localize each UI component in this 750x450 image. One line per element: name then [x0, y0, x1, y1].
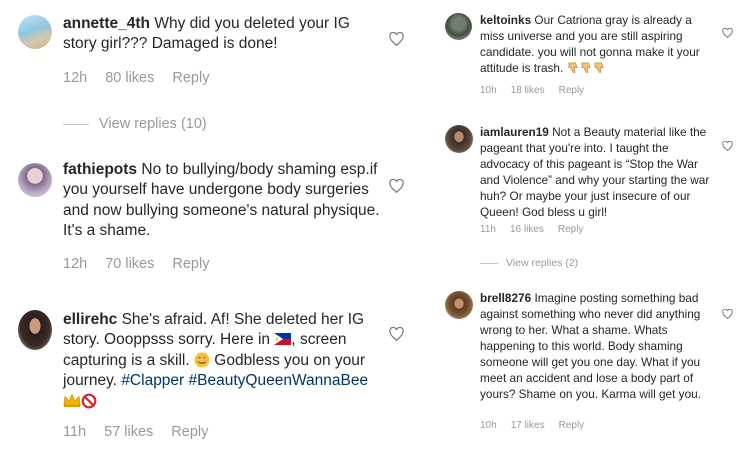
- comment-text: iamlauren19 Not a Beauty material like t…: [480, 124, 714, 220]
- comment-text: ellirehc She's afraid. Af! She deleted h…: [63, 310, 378, 412]
- comment-likes[interactable]: 70 likes: [105, 256, 154, 272]
- thumbs-down-icon: [594, 62, 604, 73]
- right-comments-panel: keltoinks Our Catriona gray is already a…: [432, 0, 750, 450]
- reply-button[interactable]: Reply: [172, 70, 209, 86]
- comment-text: annette_4th Why did you deleted your IG …: [63, 14, 383, 55]
- avatar[interactable]: [18, 310, 52, 350]
- avatar[interactable]: [445, 13, 472, 40]
- comment-time[interactable]: 12h: [63, 70, 87, 86]
- reply-button[interactable]: Reply: [559, 85, 585, 96]
- comment-text: fathiepots No to bullying/body shaming e…: [63, 160, 385, 242]
- comment-username[interactable]: brell8276: [480, 291, 531, 305]
- comment-time[interactable]: 11h: [480, 224, 496, 235]
- reply-button[interactable]: Reply: [172, 256, 209, 272]
- reply-button[interactable]: Reply: [171, 424, 208, 440]
- reply-button[interactable]: Reply: [558, 224, 584, 235]
- like-heart-icon[interactable]: [389, 327, 404, 341]
- comment-meta: 12h 70 likes Reply: [63, 256, 227, 272]
- comment-meta: 12h 80 likes Reply: [63, 70, 227, 86]
- comment-likes[interactable]: 16 likes: [510, 224, 544, 235]
- comment-body: Not a Beauty material like the pageant t…: [480, 125, 710, 220]
- avatar[interactable]: [445, 291, 473, 319]
- comment-meta: 10h 18 likes Reply: [480, 85, 598, 96]
- thumbs-down-icon: [568, 62, 578, 73]
- comment-likes[interactable]: 17 likes: [511, 420, 545, 431]
- like-heart-icon[interactable]: [389, 179, 404, 193]
- comment-username[interactable]: keltoinks: [480, 13, 531, 27]
- comment-likes[interactable]: 18 likes: [511, 85, 545, 96]
- thumbs-down-icon: [581, 62, 591, 73]
- comment-username[interactable]: iamlauren19: [480, 125, 549, 139]
- comment-time[interactable]: 10h: [480, 85, 497, 96]
- comment-time[interactable]: 11h: [63, 424, 86, 440]
- reply-button[interactable]: Reply: [559, 420, 585, 431]
- prohibited-icon: [81, 393, 97, 409]
- like-heart-icon[interactable]: [722, 141, 733, 151]
- avatar[interactable]: [445, 125, 473, 153]
- comment-meta: 11h 57 likes Reply: [63, 424, 226, 440]
- avatar[interactable]: [18, 163, 52, 197]
- comment-text: brell8276 Imagine posting something bad …: [480, 290, 714, 402]
- comment-username[interactable]: fathiepots: [63, 161, 137, 178]
- panel-divider: [418, 0, 426, 450]
- view-replies-label: View replies (2): [506, 257, 579, 269]
- comment-meta: 10h 17 likes Reply: [480, 420, 598, 431]
- like-heart-icon[interactable]: [722, 28, 733, 38]
- comment-text: keltoinks Our Catriona gray is already a…: [480, 12, 714, 76]
- comment-likes[interactable]: 57 likes: [104, 424, 153, 440]
- view-replies-button[interactable]: View replies (2): [480, 257, 578, 269]
- comment-body: Imagine posting something bad against so…: [480, 291, 701, 402]
- comment-likes[interactable]: 80 likes: [105, 70, 154, 86]
- comment-time[interactable]: 10h: [480, 420, 497, 431]
- comment-username[interactable]: annette_4th: [63, 15, 150, 32]
- like-heart-icon[interactable]: [722, 309, 733, 319]
- left-comments-panel: annette_4th Why did you deleted your IG …: [0, 0, 410, 450]
- hashtag-link[interactable]: #BeautyQueenWannaBee: [189, 372, 369, 389]
- hashtag-link[interactable]: #Clapper: [121, 372, 184, 389]
- comment-username[interactable]: ellirehc: [63, 311, 117, 328]
- view-replies-line: [63, 123, 89, 125]
- comment-time[interactable]: 12h: [63, 256, 87, 272]
- view-replies-line: [480, 262, 498, 264]
- like-heart-icon[interactable]: [389, 32, 404, 46]
- view-replies-button[interactable]: View replies (10): [63, 116, 207, 132]
- comment-meta: 11h 16 likes Reply: [480, 224, 597, 235]
- smiling-face-icon: [194, 352, 210, 368]
- thumbs-down-emoji-group: [567, 61, 606, 75]
- avatar[interactable]: [18, 15, 52, 49]
- crown-icon: [63, 393, 81, 407]
- view-replies-label: View replies (10): [99, 116, 207, 132]
- philippines-flag-icon: [274, 333, 292, 346]
